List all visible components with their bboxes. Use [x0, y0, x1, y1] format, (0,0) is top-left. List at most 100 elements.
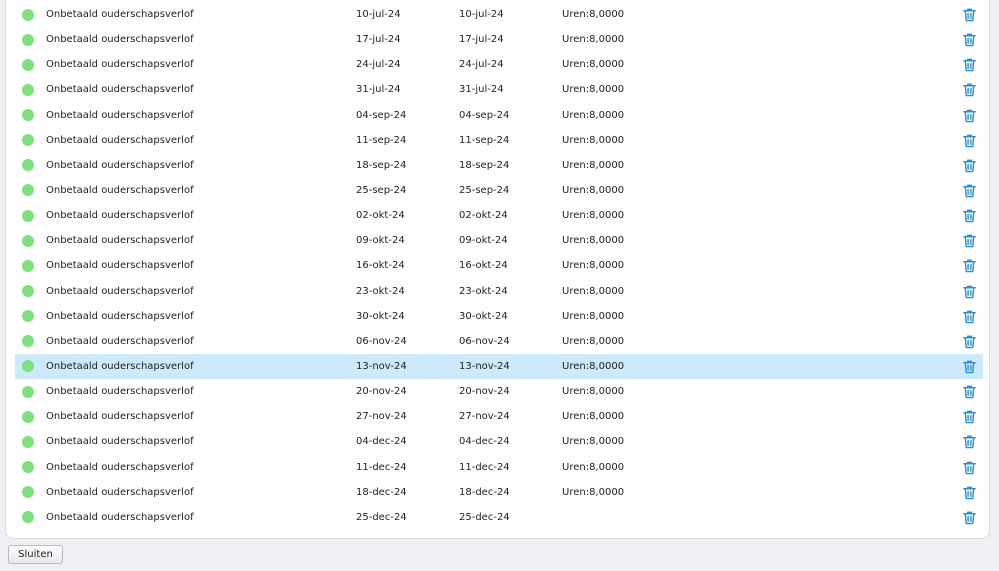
end-date: 31-jul-24 [459, 84, 504, 96]
leave-type: Onbetaald ouderschapsverlof [46, 436, 194, 448]
trash-icon[interactable] [962, 334, 977, 349]
status-dot-icon [22, 33, 34, 46]
trash-icon[interactable] [962, 510, 977, 525]
leave-row[interactable]: Onbetaald ouderschapsverlof 17-jul-24 17… [15, 27, 983, 52]
leave-row[interactable]: Onbetaald ouderschapsverlof 23-okt-24 23… [15, 279, 983, 304]
trash-icon[interactable] [962, 208, 977, 223]
trash-icon[interactable] [962, 460, 977, 475]
hours-value: Uren:8,0000 [562, 34, 625, 46]
end-date: 25-dec-24 [459, 511, 510, 523]
leave-list-panel: Onbetaald ouderschapsverlof 10-jul-24 10… [5, 0, 990, 539]
status-dot-icon [22, 461, 34, 474]
leave-row[interactable]: Onbetaald ouderschapsverlof 30-okt-24 30… [15, 304, 983, 329]
end-date: 17-jul-24 [459, 34, 504, 46]
trash-icon[interactable] [962, 82, 977, 97]
end-date: 24-jul-24 [459, 59, 504, 71]
leave-row[interactable]: Onbetaald ouderschapsverlof 11-dec-24 11… [15, 455, 983, 480]
end-date: 10-jul-24 [459, 9, 504, 20]
trash-icon[interactable] [962, 409, 977, 424]
status-dot-icon [22, 8, 34, 21]
start-date: 13-nov-24 [356, 360, 407, 372]
leave-type: Onbetaald ouderschapsverlof [46, 134, 194, 146]
hours-value: Uren:8,0000 [562, 9, 625, 20]
start-date: 04-dec-24 [356, 436, 407, 448]
leave-row[interactable]: Onbetaald ouderschapsverlof 10-jul-24 10… [15, 2, 983, 27]
leave-row[interactable]: Onbetaald ouderschapsverlof 18-sep-24 18… [15, 153, 983, 178]
hours-value: Uren:8,0000 [562, 285, 625, 297]
start-date: 02-okt-24 [356, 210, 405, 222]
leave-row[interactable]: Onbetaald ouderschapsverlof 31-jul-24 31… [15, 77, 983, 102]
end-date: 04-sep-24 [459, 109, 510, 121]
trash-icon[interactable] [962, 183, 977, 198]
end-date: 13-nov-24 [459, 360, 510, 372]
leave-row[interactable]: Onbetaald ouderschapsverlof 20-nov-24 20… [15, 379, 983, 404]
status-dot-icon [22, 385, 34, 398]
status-dot-icon [22, 511, 34, 524]
leave-type: Onbetaald ouderschapsverlof [46, 34, 194, 46]
leave-row[interactable]: Onbetaald ouderschapsverlof 04-sep-24 04… [15, 103, 983, 128]
leave-row[interactable]: Onbetaald ouderschapsverlof 11-sep-24 11… [15, 128, 983, 153]
end-date: 04-dec-24 [459, 436, 510, 448]
hours-value: Uren:8,0000 [562, 109, 625, 121]
trash-icon[interactable] [962, 309, 977, 324]
leave-row[interactable]: Onbetaald ouderschapsverlof 25-dec-24 25… [15, 505, 983, 530]
leave-row[interactable]: Onbetaald ouderschapsverlof 16-okt-24 16… [15, 253, 983, 278]
trash-icon[interactable] [962, 133, 977, 148]
status-dot-icon [22, 109, 34, 122]
trash-icon[interactable] [962, 32, 977, 47]
leave-type: Onbetaald ouderschapsverlof [46, 210, 194, 222]
hours-value: Uren:8,0000 [562, 134, 625, 146]
status-dot-icon [22, 410, 34, 423]
leave-row[interactable]: Onbetaald ouderschapsverlof 09-okt-24 09… [15, 228, 983, 253]
leave-row[interactable]: Onbetaald ouderschapsverlof 25-sep-24 25… [15, 178, 983, 203]
trash-icon[interactable] [962, 485, 977, 500]
end-date: 27-nov-24 [459, 411, 510, 423]
leave-row[interactable]: Onbetaald ouderschapsverlof 06-nov-24 06… [15, 329, 983, 354]
hours-value: Uren:8,0000 [562, 84, 625, 96]
leave-type: Onbetaald ouderschapsverlof [46, 411, 194, 423]
hours-value: Uren:8,0000 [562, 461, 625, 473]
leave-row[interactable]: Onbetaald ouderschapsverlof 18-dec-24 18… [15, 480, 983, 505]
start-date: 09-okt-24 [356, 235, 405, 247]
start-date: 16-okt-24 [356, 260, 405, 272]
trash-icon[interactable] [962, 359, 977, 374]
start-date: 27-nov-24 [356, 411, 407, 423]
status-dot-icon [22, 310, 34, 323]
start-date: 17-jul-24 [356, 34, 401, 46]
end-date: 06-nov-24 [459, 335, 510, 347]
trash-icon[interactable] [962, 384, 977, 399]
start-date: 23-okt-24 [356, 285, 405, 297]
status-dot-icon [22, 58, 34, 71]
start-date: 11-dec-24 [356, 461, 407, 473]
close-button[interactable]: Sluiten [8, 545, 63, 564]
status-dot-icon [22, 285, 34, 298]
end-date: 16-okt-24 [459, 260, 508, 272]
start-date: 06-nov-24 [356, 335, 407, 347]
trash-icon[interactable] [962, 108, 977, 123]
leave-row[interactable]: Onbetaald ouderschapsverlof 27-nov-24 27… [15, 404, 983, 429]
hours-value: Uren:8,0000 [562, 59, 625, 71]
leave-type: Onbetaald ouderschapsverlof [46, 461, 194, 473]
trash-icon[interactable] [962, 158, 977, 173]
leave-row[interactable]: Onbetaald ouderschapsverlof 13-nov-24 13… [15, 353, 983, 380]
leave-type: Onbetaald ouderschapsverlof [46, 184, 194, 196]
trash-icon[interactable] [962, 284, 977, 299]
leave-row[interactable]: Onbetaald ouderschapsverlof 04-dec-24 04… [15, 429, 983, 454]
leave-row[interactable]: Onbetaald ouderschapsverlof 02-okt-24 02… [15, 203, 983, 228]
start-date: 30-okt-24 [356, 310, 405, 322]
leave-type: Onbetaald ouderschapsverlof [46, 360, 194, 372]
trash-icon[interactable] [962, 7, 977, 22]
hours-value: Uren:8,0000 [562, 360, 625, 372]
end-date: 23-okt-24 [459, 285, 508, 297]
hours-value: Uren:8,0000 [562, 335, 625, 347]
status-dot-icon [22, 209, 34, 222]
trash-icon[interactable] [962, 434, 977, 449]
leave-type: Onbetaald ouderschapsverlof [46, 84, 194, 96]
status-dot-icon [22, 259, 34, 272]
trash-icon[interactable] [962, 57, 977, 72]
trash-icon[interactable] [962, 258, 977, 273]
hours-value: Uren:8,0000 [562, 210, 625, 222]
trash-icon[interactable] [962, 233, 977, 248]
start-date: 11-sep-24 [356, 134, 407, 146]
leave-row[interactable]: Onbetaald ouderschapsverlof 24-jul-24 24… [15, 52, 983, 77]
